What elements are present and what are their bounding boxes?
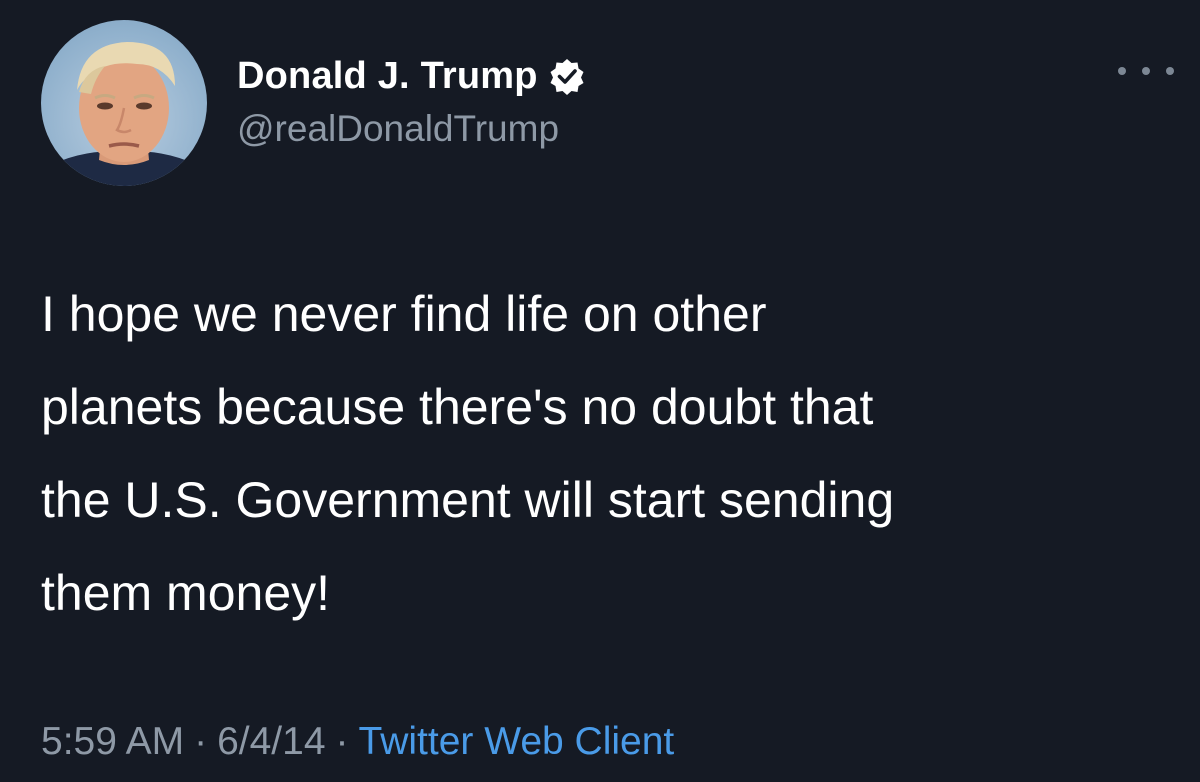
tweet-text: I hope we never find life on other plane… (41, 286, 895, 621)
user-handle[interactable]: @realDonaldTrump (237, 108, 559, 150)
tweet-date[interactable]: 6/4/14 (217, 720, 325, 763)
more-dot (1166, 67, 1174, 75)
tweet-time[interactable]: 5:59 AM (41, 720, 184, 763)
avatar[interactable] (41, 20, 207, 186)
more-dot (1118, 67, 1126, 75)
avatar-image (41, 42, 207, 186)
author-name-row[interactable]: Donald J. Trump (237, 52, 586, 100)
tweet-client-link[interactable]: Twitter Web Client (359, 720, 675, 763)
more-options-icon[interactable] (1118, 58, 1174, 84)
meta-separator: · (194, 720, 208, 763)
meta-separator: · (335, 720, 349, 763)
tweet-card: Donald J. Trump @realDonaldTrump I hope … (0, 0, 1200, 782)
display-name[interactable]: Donald J. Trump (237, 55, 538, 98)
more-dot (1142, 67, 1150, 75)
tweet-metadata: 5:59 AM · 6/4/14 · Twitter Web Client (41, 720, 674, 764)
verified-badge-icon (548, 57, 586, 95)
